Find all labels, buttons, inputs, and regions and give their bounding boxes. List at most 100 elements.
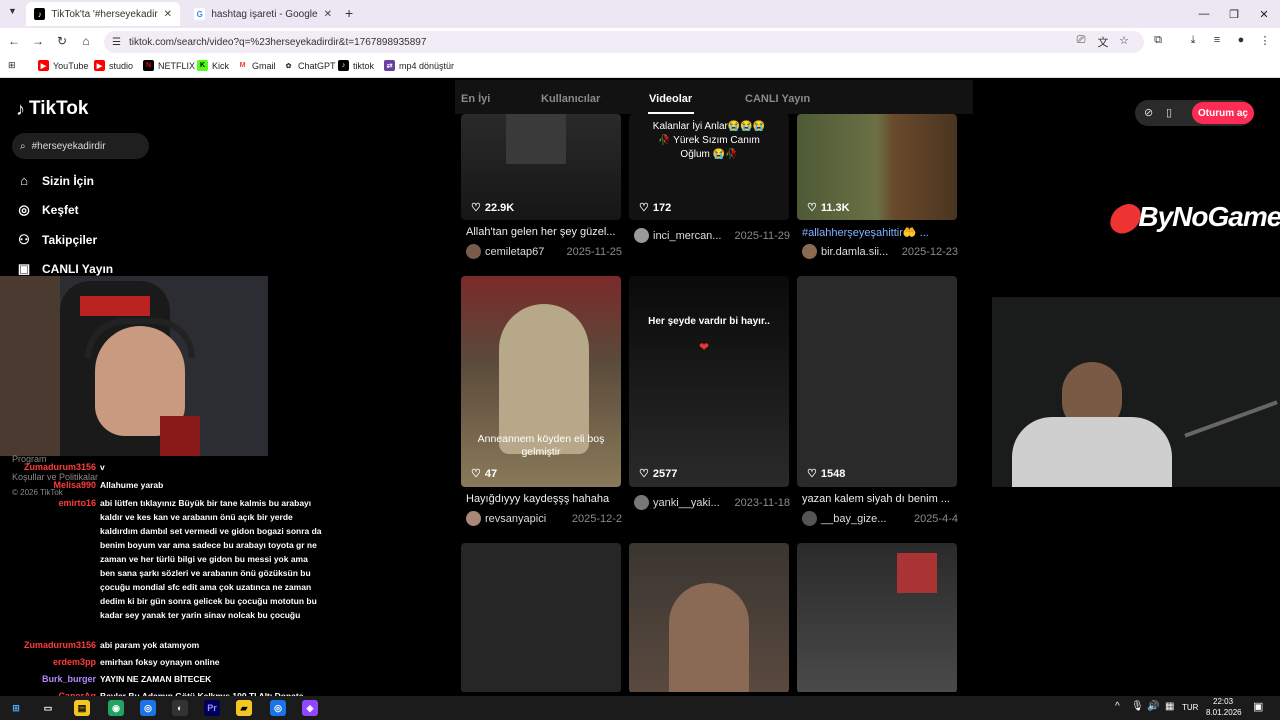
notification-icon[interactable]: ▣ [1253,700,1263,713]
like-count: ♡ 2577 [639,467,678,481]
tray-expand-icon[interactable]: ^ [1115,701,1120,712]
video-thumbnail[interactable]: Her şeyde vardır bi hayır.. ❤ [629,276,789,487]
bookmark-kick[interactable]: K Kick [197,60,229,71]
new-tab-icon[interactable]: + [345,5,353,21]
video-thumbnail[interactable] [629,543,789,692]
tab-users[interactable]: Kullanıcılar [541,93,600,105]
phone-icon[interactable]: ▯ [1166,106,1172,119]
clock-date[interactable]: 8.01.2026 [1206,708,1242,717]
tab-top[interactable]: En İyi [461,93,490,105]
video-date: 2025-11-25 [566,245,622,258]
cast-icon[interactable]: ⎚ [1073,34,1089,47]
video-title[interactable]: yazan kalem siyah dı benim ... [802,493,957,505]
video-title[interactable]: Allah'tan gelen her şey güzel... [466,226,621,238]
heart-icon: ♡ [807,468,817,480]
like-value: 2577 [652,467,678,480]
avatar[interactable] [466,511,481,526]
streamer-webcam [0,276,268,456]
apps-grid-icon[interactable]: ⊞ [8,60,16,71]
bookmark-label: tiktok [353,60,375,71]
back-icon[interactable]: ← [6,34,22,48]
avatar[interactable] [634,495,649,510]
bookmark-chatgpt[interactable]: ✿ ChatGPT [283,60,336,71]
search-input[interactable]: ⌕ #herseyekadirdir [12,133,149,159]
username[interactable]: revsanyapici [485,513,546,525]
sidebar-item-for-you[interactable]: ⌂ Sizin İçin [16,173,94,188]
google-favicon-icon: G [194,8,206,20]
close-icon[interactable]: ✕ [324,9,332,20]
bookmark-gmail[interactable]: M Gmail [237,60,276,71]
menu-icon[interactable]: ⋮ [1257,34,1273,47]
url-field[interactable]: ☰ tiktok.com/search/video?q=%23herseyeka… [104,31,1144,53]
address-bar-row: ← → ↻ ⌂ ☰ tiktok.com/search/video?q=%23h… [0,28,1280,56]
site-info-icon[interactable]: ☰ [112,37,121,48]
username[interactable]: __bay_gize... [821,513,886,525]
app-icon[interactable]: ◈ [302,700,318,716]
bookmark-youtube[interactable]: ▶ YouTube [38,60,88,71]
tiktok-logo[interactable]: ♪ TikTok [16,98,88,120]
username[interactable]: inci_mercan... [653,230,721,242]
bookmark-tiktok[interactable]: ♪ tiktok [338,60,374,71]
reload-icon[interactable]: ↻ [54,34,70,48]
profile-avatar-icon[interactable]: ● [1233,34,1249,46]
task-view-icon[interactable]: ▭ [40,700,56,716]
restore-icon[interactable]: ❐ [1218,0,1250,28]
obs-icon[interactable]: ◐ [172,700,188,716]
username[interactable]: cemiletap67 [485,246,544,258]
sidebar-item-live[interactable]: ▣ CANLI Yayın [16,261,113,277]
translate-icon[interactable]: 文 [1095,34,1111,50]
username[interactable]: bir.damla.sii... [821,246,888,258]
tab-search-icon[interactable]: ▼ [8,6,17,16]
video-thumbnail[interactable]: Anneannem köyden eli boş gelmiştir [461,276,621,487]
avatar[interactable] [802,511,817,526]
avatar[interactable] [802,244,817,259]
tab-live[interactable]: CANLI Yayın [745,93,810,105]
download-icon[interactable]: ⤓ [1185,34,1201,47]
video-thumbnail[interactable] [461,543,621,692]
avatar[interactable] [466,244,481,259]
chrome-icon[interactable]: ◎ [140,700,156,716]
avatar[interactable] [634,228,649,243]
bookmark-mp4[interactable]: ⇄ mp4 dönüştür [384,60,454,71]
volume-icon[interactable]: 🔊 [1147,701,1159,712]
bookmark-star-icon[interactable]: ☆ [1116,34,1132,47]
app-icon[interactable]: ◉ [108,700,124,716]
sidebar-item-following[interactable]: ⚇ Takipçiler [16,232,97,248]
folder-icon[interactable]: ▰ [236,700,252,716]
like-count: ♡ 47 [471,467,497,481]
converter-icon: ⇄ [384,60,395,71]
chrome-active-icon[interactable]: ◎ [270,700,286,716]
video-title[interactable]: Hayığdıyyy kaydeşşş hahaha [466,493,621,505]
premiere-icon[interactable]: Pr [204,700,220,716]
coin-icon[interactable]: ⊘ [1144,106,1153,119]
tab-tiktok[interactable]: ♪ TikTok'ta '#herseyekadirdir' bul ✕ [26,2,180,26]
heart-icon: ♡ [471,202,481,214]
tab-videos[interactable]: Videolar [649,93,692,105]
windows-start-icon[interactable]: ⊞ [8,700,24,716]
tiktok-favicon-icon: ♪ [34,8,46,20]
bookmark-studio[interactable]: ▶ studio [94,60,133,71]
login-button[interactable]: Oturum aç [1192,102,1254,124]
bookmark-netflix[interactable]: N NETFLIX [143,60,195,71]
clock-time[interactable]: 22:03 [1213,697,1233,706]
video-thumbnail[interactable] [797,543,957,692]
extensions-icon[interactable]: ⧉ [1150,34,1166,47]
video-title[interactable]: #allahherşeyeşahittir🤲 ... [802,226,957,239]
chair-accent-shape [80,296,150,316]
minimize-icon[interactable]: — [1188,0,1220,28]
forward-icon[interactable]: → [30,34,46,48]
network-icon[interactable]: ▦ [1165,701,1174,712]
file-explorer-icon[interactable]: ▤ [74,700,90,716]
close-window-icon[interactable]: ✕ [1248,0,1280,28]
video-thumbnail[interactable] [797,276,957,487]
tab-google[interactable]: G hashtag işareti - Google'da Ara ✕ [186,2,340,26]
language-indicator[interactable]: TUR [1182,703,1198,712]
sidebar-item-explore[interactable]: ◎ Keşfet [16,202,78,218]
heart-icon: ♡ [639,202,649,214]
mic-icon[interactable]: 🎙 [1131,701,1144,712]
tiktok-icon: ♪ [338,60,349,71]
close-icon[interactable]: ✕ [164,9,172,20]
username[interactable]: yanki__yaki... [653,497,720,509]
media-icon[interactable]: ≡ [1209,34,1225,46]
home-icon[interactable]: ⌂ [78,34,94,48]
